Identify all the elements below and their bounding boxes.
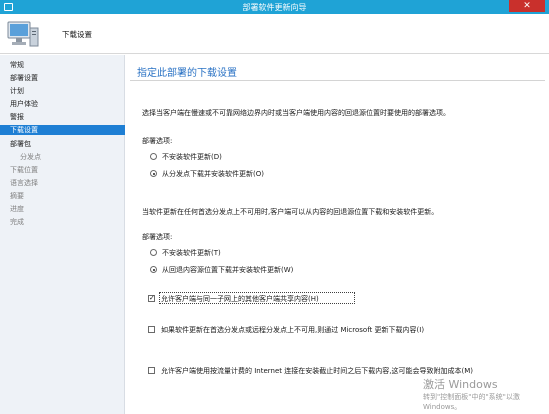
checkbox-share-content[interactable]: ✓ xyxy=(148,295,155,302)
computer-icon xyxy=(7,21,39,47)
nav-item-download-location[interactable]: 下载位置 xyxy=(0,165,125,175)
nav-item-language-selection[interactable]: 语言选择 xyxy=(0,178,125,188)
window-title: 部署软件更新向导 xyxy=(242,3,307,12)
group2-label: 部署选项: xyxy=(142,233,173,241)
radio-download-from-dp-label: 从分发点下载并安装软件更新(O) xyxy=(162,170,264,178)
radio-no-install-d[interactable] xyxy=(150,153,157,160)
close-button[interactable]: ✕ xyxy=(509,0,545,12)
checkbox-microsoft-update[interactable] xyxy=(148,326,155,333)
page-title: 下载设置 xyxy=(62,30,92,39)
checkbox-metered-connection-label: 允许客户端使用按流量计费的 Internet 连接在安装截止时间之后下载内容,这… xyxy=(161,367,473,375)
nav-item-alerts[interactable]: 警报 xyxy=(0,112,125,122)
radio-no-install-d-label: 不安装软件更新(D) xyxy=(162,153,222,161)
nav-item-completion[interactable]: 完成 xyxy=(0,217,125,227)
radio-no-install-t-label: 不安装软件更新(T) xyxy=(162,249,221,257)
title-bar: 部署软件更新向导 ✕ xyxy=(0,0,549,14)
nav-item-deployment-package[interactable]: 部署包 xyxy=(0,139,125,149)
radio-download-from-fallback[interactable] xyxy=(150,266,157,273)
checkbox-metered-connection[interactable] xyxy=(148,367,155,374)
checkbox-microsoft-update-label: 如果软件更新在首选分发点或远程分发点上不可用,则通过 Microsoft 更新下… xyxy=(161,326,425,334)
nav-item-progress[interactable]: 进度 xyxy=(0,204,125,214)
radio-download-from-dp[interactable] xyxy=(150,170,157,177)
wizard-header: 下载设置 xyxy=(0,14,549,54)
fallback-text: 当软件更新在任何首选分发点上不可用时,客户端可以从内容的回退源位置下载和安装软件… xyxy=(142,208,439,216)
nav-item-download-settings[interactable]: 下载设置 xyxy=(0,125,125,135)
activation-watermark-text: 转到"控制面板"中的"系统"以激 xyxy=(423,393,520,401)
wizard-sidebar: 常规 部署设置 计划 用户体验 警报 下载设置 部署包 分发点 下载位置 语言选… xyxy=(0,55,125,414)
group1-label: 部署选项: xyxy=(142,137,173,145)
heading-divider xyxy=(130,80,545,81)
radio-download-from-fallback-label: 从回退内容源位置下载并安装软件更新(W) xyxy=(162,266,294,274)
activation-watermark-title: 激活 Windows xyxy=(423,378,498,391)
wizard-content: 指定此部署的下载设置 选择当客户端在慢速或不可靠网络边界内时或当客户端使用内容的… xyxy=(126,55,549,414)
nav-item-deployment-settings[interactable]: 部署设置 xyxy=(0,73,125,83)
nav-item-user-experience[interactable]: 用户体验 xyxy=(0,99,125,109)
intro-text: 选择当客户端在慢速或不可靠网络边界内时或当客户端使用内容的回退源位置时要使用的部… xyxy=(142,109,450,117)
activation-watermark-text-2: Windows。 xyxy=(423,403,462,411)
nav-item-general[interactable]: 常规 xyxy=(0,60,125,70)
nav-item-summary[interactable]: 摘要 xyxy=(0,191,125,201)
checkbox-share-content-label: 允许客户端与同一子网上的其他客户端共享内容(H) xyxy=(161,295,319,303)
nav-item-schedule[interactable]: 计划 xyxy=(0,86,125,96)
nav-item-distribution-points[interactable]: 分发点 xyxy=(0,152,125,162)
radio-no-install-t[interactable] xyxy=(150,249,157,256)
content-heading: 指定此部署的下载设置 xyxy=(137,68,237,79)
